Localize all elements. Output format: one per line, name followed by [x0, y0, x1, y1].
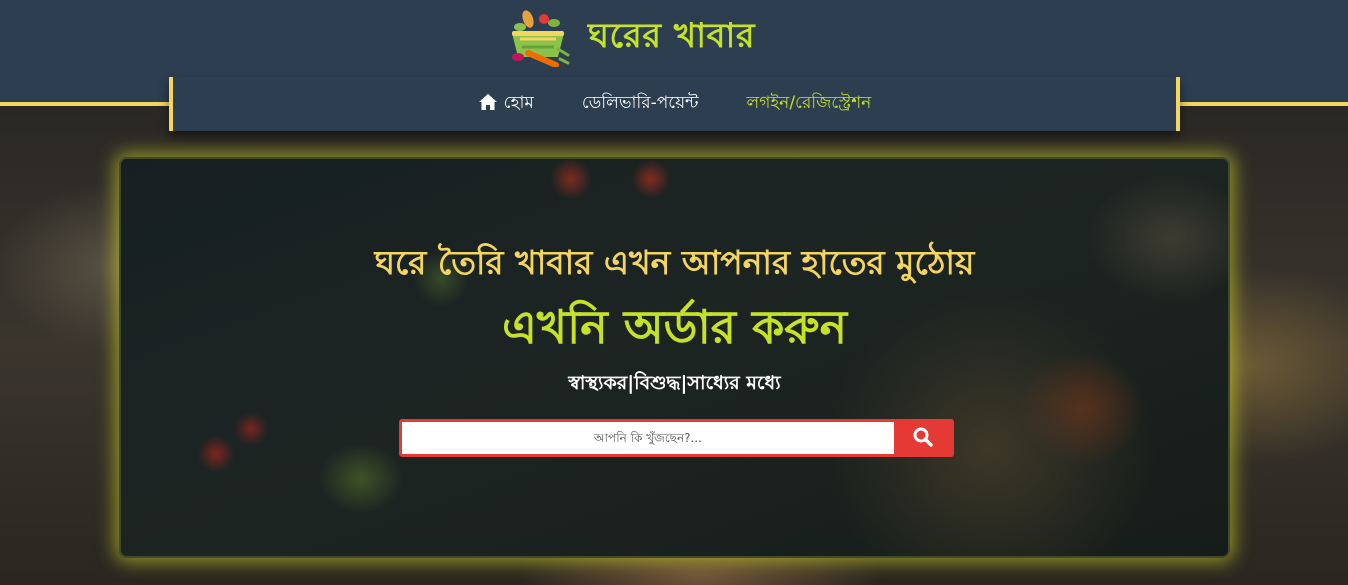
nav-item-login-register[interactable]: লগইন/রেজিস্ট্রেশন [747, 90, 872, 118]
hero-content: ঘরে তৈরি খাবার এখন আপনার হাতের মুঠোয় এখ… [121, 159, 1228, 556]
hero-headline: ঘরে তৈরি খাবার এখন আপনার হাতের মুঠোয় [374, 243, 975, 282]
search-input[interactable] [402, 422, 894, 454]
hero-banner: ঘরে তৈরি খাবার এখন আপনার হাতের মুঠোয় এখ… [119, 157, 1230, 558]
hero-tagline: স্বাস্থ্যকর|বিশুদ্ধ|সাধ্যের মধ্যে [568, 372, 781, 394]
main-navbar: হোম ডেলিভারি-পয়েন্ট লগইন/রেজিস্ট্রেশন [169, 77, 1180, 131]
nav-item-home-label: হোম [503, 93, 534, 113]
home-icon [478, 93, 498, 116]
search-button[interactable] [894, 422, 951, 454]
nav-item-home[interactable]: হোম [478, 90, 534, 118]
nav-item-login-register-label: লগইন/রেজিস্ট্রেশন [746, 93, 872, 113]
brand-name: ঘরের খাবার [588, 15, 756, 56]
search-bar [399, 419, 954, 457]
nav-item-delivery-point[interactable]: ডেলিভারি-পয়েন্ট [582, 90, 699, 118]
search-icon [913, 427, 933, 450]
nav-item-delivery-point-label: ডেলিভারি-পয়েন্ট [581, 93, 699, 113]
hero-cta-text: এখনি অর্ডার করুন [501, 300, 848, 354]
brand[interactable]: ঘরের খাবার [506, 8, 755, 68]
vegetable-basket-icon [506, 9, 572, 68]
